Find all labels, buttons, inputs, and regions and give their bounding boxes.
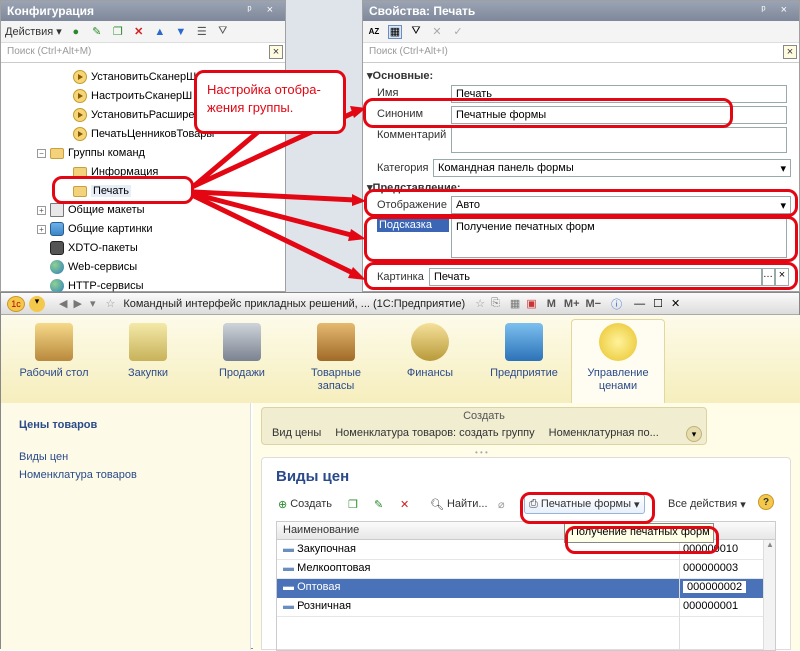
table-row-selected[interactable]: ▬ Оптовая 000000002: [277, 579, 775, 598]
expand-create-icon[interactable]: ▾: [686, 426, 702, 442]
nav-link-price-types[interactable]: Виды цен: [19, 451, 68, 463]
vertical-scrollbar[interactable]: ▲: [763, 540, 775, 650]
history-dropdown-icon[interactable]: ▾: [90, 297, 96, 310]
section-sales[interactable]: Продажи: [201, 323, 283, 380]
create-panel: Создать Вид цены Номенклатура товаров: с…: [261, 407, 707, 445]
section-inventory[interactable]: Товарные запасы: [295, 323, 377, 393]
main-area: Создать Вид цены Номенклатура товаров: с…: [253, 403, 800, 651]
table-row[interactable]: ▬ Розничная 000000001: [277, 598, 775, 617]
help-icon[interactable]: ?: [758, 494, 774, 510]
cash-register-icon: [223, 323, 261, 361]
row-item-icon: ▬: [283, 562, 294, 574]
row-item-icon: ▬: [283, 600, 294, 612]
arrow-to-picture: [191, 193, 358, 277]
link-icon[interactable]: ⎘: [491, 297, 500, 310]
nav-link-products[interactable]: Номенклатура товаров: [19, 469, 137, 481]
section-purchases[interactable]: Закупки: [107, 323, 189, 380]
memory-plus-button[interactable]: M+: [564, 298, 580, 310]
title-bar: 1c ▾ ◀ ▶ ▾ ☆ Командный интерфейс приклад…: [1, 293, 799, 315]
row-item-icon: ▬: [283, 543, 294, 555]
section-finance[interactable]: Финансы: [389, 323, 471, 380]
nav-title: Цены товаров: [19, 419, 98, 431]
minimize-icon[interactable]: —: [634, 298, 645, 310]
info-icon[interactable]: ⓘ: [611, 296, 622, 312]
create-price-type-link[interactable]: Вид цены: [272, 427, 321, 439]
price-icon: [599, 323, 637, 361]
edit-icon[interactable]: ✎: [374, 494, 383, 514]
application-window: 1c ▾ ◀ ▶ ▾ ☆ Командный интерфейс приклад…: [0, 292, 800, 651]
delete-icon[interactable]: ✕: [400, 494, 409, 514]
create-product-group-link[interactable]: Номенклатура товаров: создать группу: [335, 427, 534, 439]
copy-icon[interactable]: ❐: [348, 494, 358, 514]
memory-button[interactable]: M: [547, 298, 556, 310]
memory-minus-button[interactable]: M−: [586, 298, 602, 310]
desk-icon: [35, 323, 73, 361]
add-icon: ⊕: [278, 498, 288, 511]
section-price-management[interactable]: Управление ценами: [577, 323, 659, 393]
star-icon[interactable]: ☆: [105, 297, 115, 310]
section-enterprise[interactable]: Предприятие: [483, 323, 565, 380]
favorite-icon[interactable]: ☆: [475, 297, 485, 310]
create-panel-title: Создать: [463, 410, 505, 422]
create-button[interactable]: ⊕ Создать: [278, 494, 332, 514]
search-icon: 🔍︎: [430, 498, 444, 511]
building-icon: [505, 323, 543, 361]
all-actions-menu[interactable]: Все действия ▾: [668, 494, 746, 514]
cancel-search-icon[interactable]: ⌀: [498, 494, 505, 514]
find-button[interactable]: 🔍︎ Найти...: [430, 494, 488, 514]
create-nomenclature-link[interactable]: Номенклатурная по...: [549, 427, 659, 439]
app-logo-icon[interactable]: 1c: [7, 295, 25, 312]
highlight-print-button: [520, 492, 655, 524]
main-menu-icon[interactable]: ▾: [29, 295, 45, 312]
annotation-arrows: [191, 106, 366, 280]
resize-handle-icon[interactable]: • • •: [475, 448, 488, 457]
table-row[interactable]: ▬ Мелкооптовая 000000003: [277, 560, 775, 579]
coins-icon: [411, 323, 449, 361]
window-title: Командный интерфейс прикладных решений, …: [123, 297, 466, 310]
close-icon[interactable]: ✕: [671, 297, 680, 310]
highlight-tooltip-popup: [565, 526, 719, 554]
navigation-panel: Цены товаров Виды цен Номенклатура товар…: [1, 403, 251, 650]
form-title: Виды цен: [276, 468, 350, 485]
box-icon: [317, 323, 355, 361]
callout-text: Настройка отобра-жения группы.: [207, 82, 321, 115]
section-panel: Рабочий стол Закупки Продажи Товарные за…: [1, 315, 800, 403]
section-desktop[interactable]: Рабочий стол: [13, 323, 95, 380]
calendar-icon[interactable]: ▣: [526, 297, 536, 310]
column-divider: [679, 540, 680, 650]
maximize-icon[interactable]: ☐: [653, 297, 663, 310]
annotation-callout: Настройка отобра-жения группы.: [194, 70, 346, 134]
back-icon[interactable]: ◀: [59, 297, 67, 310]
row-item-icon: ▬: [283, 581, 294, 593]
calculator-icon[interactable]: ▦: [510, 297, 520, 310]
bag-icon: [129, 323, 167, 361]
forward-icon[interactable]: ▶: [73, 297, 81, 310]
